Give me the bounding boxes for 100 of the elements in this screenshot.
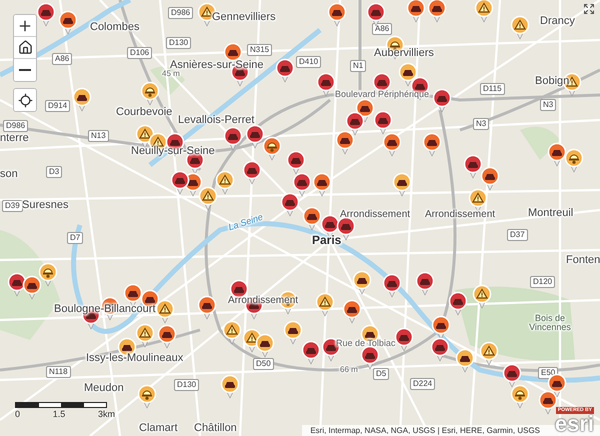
vehicle-pin-icon[interactable] (415, 271, 435, 296)
place-label: Issy-les-Moulineaux (86, 353, 184, 364)
road-shield: N3 (540, 99, 556, 111)
vehicle-pin-icon[interactable] (394, 327, 414, 352)
place-label: Neuilly-sur-Seine (131, 146, 215, 157)
warning-pin-icon[interactable] (315, 292, 335, 317)
road-shield: D120 (530, 276, 556, 288)
vehicle-pin-icon[interactable] (480, 166, 500, 191)
vehicle-pin-icon[interactable] (312, 172, 332, 197)
vehicle-pin-icon[interactable] (373, 110, 393, 135)
scale-label: 1.5 (52, 409, 66, 419)
zoom-in-button[interactable] (14, 15, 36, 37)
roadwork-pin-icon[interactable] (38, 262, 58, 287)
vehicle-pin-icon[interactable] (366, 2, 386, 27)
vehicle-pin-icon[interactable] (431, 315, 451, 340)
roadwork-pin-icon[interactable] (137, 384, 157, 409)
vehicle-pin-icon[interactable] (352, 270, 372, 295)
road-shield: D50 (253, 358, 274, 370)
vehicle-pin-icon[interactable] (170, 170, 190, 195)
place-label: Levallois-Perret (178, 115, 254, 126)
vehicle-pin-icon[interactable] (432, 88, 452, 113)
vehicle-pin-icon[interactable] (455, 348, 475, 373)
warning-pin-icon[interactable] (155, 299, 175, 324)
place-label: Fonten (566, 255, 600, 266)
place-label: Asnières-sur-Seine (170, 60, 264, 71)
road-shield: D3 (46, 166, 62, 178)
roadwork-pin-icon[interactable] (510, 384, 530, 409)
vehicle-pin-icon[interactable] (302, 206, 322, 231)
vehicle-pin-icon[interactable] (335, 130, 355, 155)
plus-icon (17, 18, 33, 34)
warning-pin-icon[interactable] (215, 170, 235, 195)
locate-button[interactable] (14, 89, 36, 111)
vehicle-pin-icon[interactable] (463, 154, 483, 179)
vehicle-pin-icon[interactable] (382, 273, 402, 298)
vehicle-pin-icon[interactable] (360, 345, 380, 370)
road-shield: D130 (166, 37, 192, 49)
place-label: Drancy (540, 16, 575, 27)
roadwork-pin-icon[interactable] (140, 81, 160, 106)
place-label: Suresnes (22, 200, 68, 211)
vehicle-pin-icon[interactable] (547, 142, 567, 167)
vehicle-pin-icon[interactable] (72, 87, 92, 112)
place-label: nterre (0, 133, 29, 144)
warning-pin-icon[interactable] (472, 284, 492, 309)
vehicle-pin-icon[interactable] (502, 363, 522, 388)
vehicle-pin-icon[interactable] (422, 132, 442, 157)
road-shield: D224 (410, 378, 436, 390)
vehicle-pin-icon[interactable] (327, 2, 347, 27)
vehicle-pin-icon[interactable] (197, 295, 217, 320)
warning-pin-icon[interactable] (479, 341, 499, 366)
park-label: Bois de Vincennes (528, 314, 572, 332)
road-shield: N3 (473, 118, 490, 130)
place-label: Arrondissement (425, 210, 496, 220)
vehicle-pin-icon[interactable] (430, 337, 450, 362)
street-label: Rue de Tolbiac (336, 339, 396, 348)
elevation-label: 45 m (162, 70, 180, 78)
vehicle-pin-icon[interactable] (22, 275, 42, 300)
place-label: Colombes (90, 22, 140, 33)
road-shield: A86 (372, 23, 392, 35)
vehicle-pin-icon[interactable] (275, 58, 295, 83)
road-shield: D914 (45, 100, 70, 112)
vehicle-pin-icon[interactable] (448, 291, 468, 316)
road-shield: N315 (247, 44, 272, 56)
expand-icon[interactable] (583, 3, 597, 17)
road-shield: D39 (2, 200, 23, 212)
vehicle-pin-icon[interactable] (280, 192, 300, 217)
vehicle-pin-icon[interactable] (342, 299, 362, 324)
river-label: La Seine (227, 212, 264, 232)
warning-pin-icon[interactable] (474, 0, 494, 23)
vehicle-pin-icon[interactable] (382, 132, 402, 157)
vehicle-pin-icon[interactable] (292, 172, 312, 197)
vehicle-pin-icon[interactable] (345, 111, 365, 136)
warning-pin-icon[interactable] (198, 186, 218, 211)
vehicle-pin-icon[interactable] (283, 320, 303, 345)
elevation-label: 66 m (340, 366, 358, 374)
vehicle-pin-icon[interactable] (406, 0, 426, 23)
vehicle-pin-icon[interactable] (157, 324, 177, 349)
vehicle-pin-icon[interactable] (316, 72, 336, 97)
vehicle-pin-icon[interactable] (58, 10, 78, 35)
warning-pin-icon[interactable] (222, 320, 242, 345)
vehicle-pin-icon[interactable] (220, 374, 240, 399)
vehicle-pin-icon[interactable] (286, 150, 306, 175)
place-label: Châtillon (194, 423, 237, 434)
warning-pin-icon[interactable] (135, 323, 155, 348)
place-label: Aubervilliers (374, 48, 434, 59)
warning-pin-icon[interactable] (510, 15, 530, 40)
vehicle-pin-icon[interactable] (36, 2, 56, 27)
vehicle-pin-icon[interactable] (245, 124, 265, 149)
roadwork-pin-icon[interactable] (262, 136, 282, 161)
vehicle-pin-icon[interactable] (538, 390, 558, 415)
vehicle-pin-icon[interactable] (242, 160, 262, 185)
vehicle-pin-icon[interactable] (255, 333, 275, 358)
vehicle-pin-icon[interactable] (392, 172, 412, 197)
road-shield: D7 (67, 232, 84, 244)
road-shield: D37 (507, 229, 528, 241)
vehicle-pin-icon[interactable] (223, 126, 243, 151)
roadwork-pin-icon[interactable] (564, 148, 584, 173)
road-shield: N118 (46, 366, 71, 378)
vehicle-pin-icon[interactable] (301, 340, 321, 365)
vehicle-pin-icon[interactable] (427, 0, 447, 23)
scale-label: 0 (15, 409, 20, 419)
